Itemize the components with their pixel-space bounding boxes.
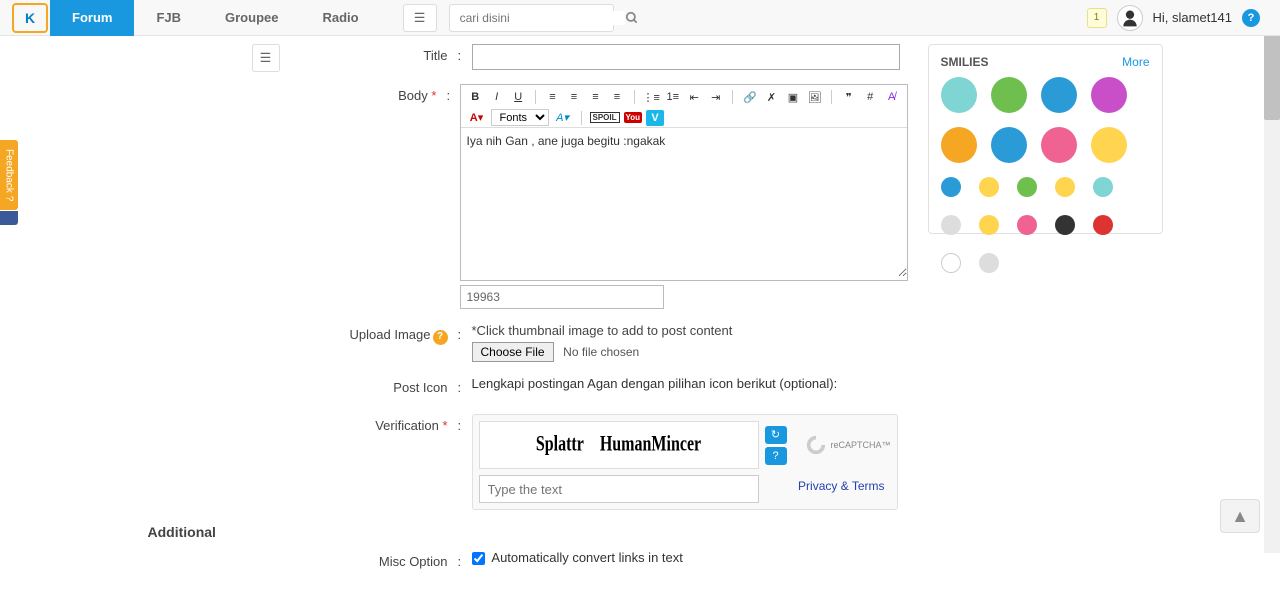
align-left-icon[interactable]: ≡ bbox=[544, 89, 561, 105]
body-label: Body * bbox=[288, 84, 447, 108]
title-label: Title bbox=[288, 44, 458, 68]
smiley-6[interactable] bbox=[991, 127, 1027, 163]
site-logo[interactable]: K bbox=[12, 3, 48, 33]
choose-file-button[interactable]: Choose File bbox=[472, 342, 554, 362]
search-input[interactable] bbox=[450, 11, 625, 25]
page-scrollbar[interactable] bbox=[1264, 0, 1280, 553]
vimeo-icon[interactable]: V bbox=[646, 110, 664, 126]
feedback-tab[interactable]: Feedback ? bbox=[0, 140, 18, 210]
body-textarea[interactable]: Iya nih Gan , ane juga begitu :ngakak bbox=[461, 127, 907, 277]
social-tab[interactable] bbox=[0, 211, 18, 225]
recaptcha-logo: reCAPTCHA™ bbox=[805, 434, 890, 456]
captcha-audio-icon[interactable]: ? bbox=[765, 447, 787, 465]
align-justify-icon[interactable]: ≡ bbox=[608, 89, 625, 105]
smilies-more-link[interactable]: More bbox=[1122, 55, 1149, 69]
smiley-sm-7[interactable] bbox=[979, 215, 999, 235]
smiley-8[interactable] bbox=[1091, 127, 1127, 163]
smiley-sm-2[interactable] bbox=[979, 177, 999, 197]
posticon-label: Post Icon bbox=[288, 376, 458, 400]
user-greeting[interactable]: Hi, slamet141 bbox=[1153, 10, 1232, 25]
upload-label: Upload Image? bbox=[288, 323, 458, 347]
captcha-input[interactable] bbox=[479, 475, 759, 503]
upload-help-icon[interactable]: ? bbox=[433, 330, 448, 345]
scroll-top-button[interactable]: ▲ bbox=[1220, 499, 1260, 533]
smiley-7[interactable] bbox=[1041, 127, 1077, 163]
smiley-sm-5[interactable] bbox=[1093, 177, 1113, 197]
clear-format-icon[interactable]: A̸ bbox=[883, 89, 900, 105]
nav-fjb[interactable]: FJB bbox=[134, 0, 203, 36]
smiley-2[interactable] bbox=[991, 77, 1027, 113]
picture-icon[interactable]: 🖼 bbox=[806, 89, 823, 105]
smiley-sm-3[interactable] bbox=[1017, 177, 1037, 197]
youtube-icon[interactable]: You bbox=[624, 112, 643, 123]
smiley-sm-6[interactable] bbox=[941, 215, 961, 235]
misc-label: Misc Option bbox=[288, 550, 458, 574]
font-select[interactable]: Fonts bbox=[491, 109, 549, 126]
title-input[interactable] bbox=[472, 44, 900, 70]
char-count bbox=[460, 285, 664, 309]
nav-radio[interactable]: Radio bbox=[300, 0, 380, 36]
nav-groupee[interactable]: Groupee bbox=[203, 0, 300, 36]
indent-icon[interactable]: ⇥ bbox=[707, 89, 724, 105]
avatar[interactable] bbox=[1117, 5, 1143, 31]
nav-forum[interactable]: Forum bbox=[50, 0, 134, 36]
smiley-1[interactable] bbox=[941, 77, 977, 113]
smiley-sm-1[interactable] bbox=[941, 177, 961, 197]
bold-icon[interactable]: B bbox=[467, 89, 484, 105]
additional-heading: Additional bbox=[148, 524, 908, 540]
quote-icon[interactable]: ❞ bbox=[840, 89, 857, 105]
smiley-sm-11[interactable] bbox=[941, 253, 961, 273]
smiley-sm-9[interactable] bbox=[1055, 215, 1075, 235]
hamburger-icon[interactable]: ☰ bbox=[403, 4, 437, 32]
italic-icon[interactable]: I bbox=[488, 89, 505, 105]
captcha-privacy-link[interactable]: Privacy & Terms bbox=[798, 479, 884, 493]
unlink-icon[interactable]: ✗ bbox=[763, 89, 780, 105]
captcha-refresh-icon[interactable]: ↻ bbox=[765, 426, 787, 444]
smiley-3[interactable] bbox=[1041, 77, 1077, 113]
smiley-5[interactable] bbox=[941, 127, 977, 163]
smiley-sm-10[interactable] bbox=[1093, 215, 1113, 235]
spoiler-button[interactable]: SPOIL bbox=[590, 112, 620, 123]
font-color-icon[interactable]: A▾ bbox=[467, 110, 487, 126]
font-size-icon[interactable]: A▾ bbox=[553, 110, 573, 126]
smiley-sm-12[interactable] bbox=[979, 253, 999, 273]
posticon-text: Lengkapi postingan Agan dengan pilihan i… bbox=[472, 376, 838, 391]
notification-badge[interactable]: 1 bbox=[1087, 8, 1107, 28]
file-status: No file chosen bbox=[563, 345, 639, 359]
search-icon[interactable] bbox=[625, 11, 639, 25]
verification-label: Verification * bbox=[288, 414, 458, 438]
auto-link-checkbox[interactable] bbox=[472, 552, 485, 565]
misc-text: Automatically convert links in text bbox=[491, 550, 682, 565]
sidebar-toggle-icon[interactable]: ☰ bbox=[252, 44, 280, 72]
image-icon[interactable]: ▣ bbox=[784, 89, 801, 105]
upload-hint: *Click thumbnail image to add to post co… bbox=[472, 323, 908, 338]
help-icon[interactable]: ? bbox=[1242, 9, 1260, 27]
top-nav: K Forum FJB Groupee Radio ☰ 1 Hi, slamet… bbox=[0, 0, 1280, 36]
smiley-sm-4[interactable] bbox=[1055, 177, 1075, 197]
list-ol-icon[interactable]: 1≡ bbox=[664, 89, 681, 105]
smilies-title: SMILIES bbox=[941, 55, 989, 69]
link-icon[interactable]: 🔗 bbox=[741, 89, 758, 105]
smiley-sm-8[interactable] bbox=[1017, 215, 1037, 235]
list-ul-icon[interactable]: ⋮≡ bbox=[643, 89, 660, 105]
smilies-panel: SMILIES More bbox=[928, 44, 1163, 234]
smiley-4[interactable] bbox=[1091, 77, 1127, 113]
align-center-icon[interactable]: ≡ bbox=[565, 89, 582, 105]
hash-icon[interactable]: # bbox=[862, 89, 879, 105]
search-box bbox=[449, 4, 614, 32]
underline-icon[interactable]: U bbox=[509, 89, 526, 105]
editor: B I U ≡ ≡ ≡ ≡ ⋮≡ 1≡ ⇤ bbox=[460, 84, 908, 281]
captcha-widget: Splattr HumanMincer ↻ ? reCAPTCHA™ bbox=[472, 414, 898, 510]
captcha-image: Splattr HumanMincer bbox=[479, 421, 759, 469]
align-right-icon[interactable]: ≡ bbox=[587, 89, 604, 105]
outdent-icon[interactable]: ⇤ bbox=[685, 89, 702, 105]
editor-toolbar: B I U ≡ ≡ ≡ ≡ ⋮≡ 1≡ ⇤ bbox=[461, 85, 907, 127]
